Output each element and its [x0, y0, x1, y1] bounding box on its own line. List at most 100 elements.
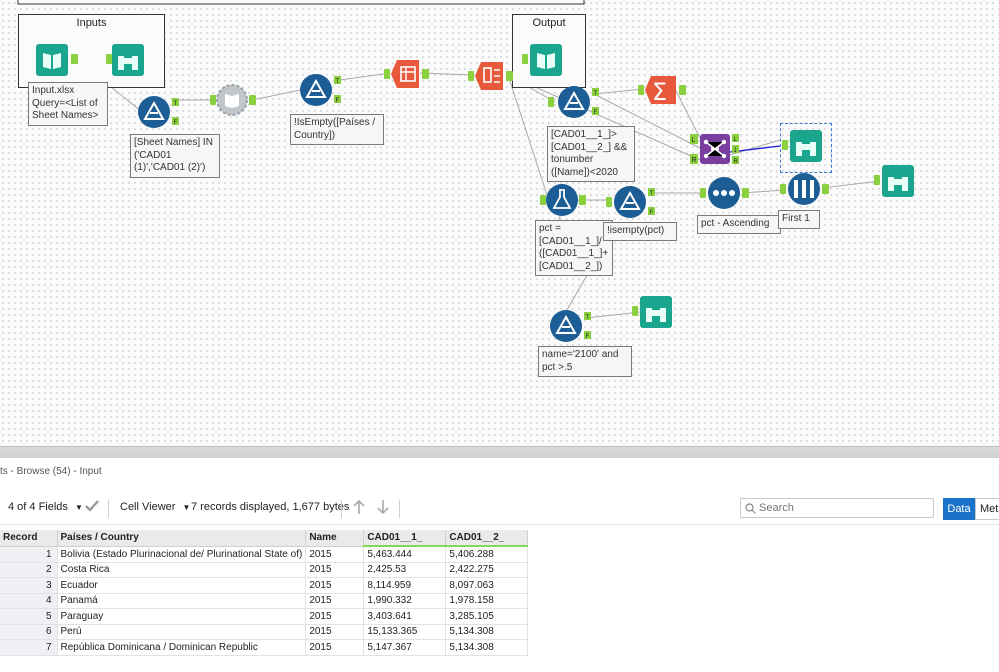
cell-cad01-2[interactable]: 3,285.105 [445, 608, 529, 625]
table-row[interactable]: 3 Ecuador 2015 8,114.959 8,097.063 [0, 577, 529, 594]
formula-icon [540, 184, 586, 216]
cell-name[interactable]: 2015 [305, 624, 365, 640]
cell-cad01-2[interactable]: 8,097.063 [445, 577, 529, 594]
cell-cad01-1[interactable]: 5,463.444 [363, 546, 447, 563]
cell-country[interactable]: Costa Rica [57, 562, 307, 578]
workflow-canvas[interactable]: Inputs Output T F T F T F Σ L R L J R T … [0, 0, 999, 446]
svg-text:T: T [586, 315, 590, 321]
cell-viewer-label: Cell Viewer [120, 501, 176, 513]
column-header-cad01-2[interactable]: CAD01__2_ [445, 530, 529, 547]
table-row[interactable]: 2 Costa Rica 2015 2,425.53 2,422.275 [0, 562, 529, 578]
cell-cad01-2[interactable]: 5,134.308 [445, 639, 529, 656]
search-input[interactable] [740, 498, 934, 518]
formula-tool[interactable] [540, 182, 586, 218]
filter-tool-isempty[interactable]: T F [300, 74, 346, 106]
cell-country[interactable]: Paraguay [57, 608, 307, 625]
arrow-down-icon[interactable] [375, 498, 391, 519]
annotation-formula-pct: pct = [CAD01__1_]/ ([CAD01__1_]+ [CAD01_… [535, 220, 613, 276]
transpose-tool[interactable] [468, 60, 514, 92]
cell-cad01-2[interactable]: 2,422.275 [445, 562, 529, 578]
svg-text:R: R [692, 157, 697, 164]
cell-cad01-1[interactable]: 1,990.332 [363, 593, 447, 609]
cell-cad01-1[interactable]: 5,147.367 [363, 639, 447, 656]
fields-selector[interactable]: 4 of 4 Fields ▼ [8, 501, 83, 513]
output-data-tool[interactable] [522, 44, 578, 76]
cell-country[interactable]: República Dominicana / Dominican Republi… [57, 639, 307, 656]
annotation-input-file: Input.xlsx Query=<List of Sheet Names> [28, 82, 108, 126]
cell-country[interactable]: Panamá [57, 593, 307, 609]
sort-tool[interactable] [700, 177, 750, 209]
browse-icon [874, 165, 914, 197]
browse-icon [632, 296, 672, 328]
cell-country[interactable]: Bolivia (Estado Plurinacional de/ Plurin… [57, 546, 307, 563]
cell-cad01-2[interactable]: 5,406.288 [445, 546, 529, 563]
svg-text:T: T [336, 79, 340, 85]
filter-tool-cad-compare[interactable]: T F [548, 86, 604, 118]
svg-text:T: T [594, 91, 598, 97]
data-tab-button[interactable]: Data [943, 498, 975, 520]
svg-text:F: F [650, 210, 654, 216]
join-tool[interactable]: L R L J R [690, 134, 740, 166]
cell-name[interactable]: 2015 [305, 577, 365, 594]
svg-text:J: J [734, 148, 737, 154]
table-row[interactable]: 5 Paraguay 2015 3,403.641 3,285.105 [0, 608, 529, 625]
cell-cad01-2[interactable]: 1,978.158 [445, 593, 529, 609]
browse-tool-sample[interactable] [874, 165, 916, 197]
record-number: 1 [0, 546, 58, 563]
column-header-country[interactable]: Países / Country [57, 530, 307, 547]
filter-icon: T F [138, 96, 179, 128]
dropdown-icon: ▼ [182, 503, 191, 512]
browse-tool[interactable] [106, 44, 144, 76]
browse-tool-filter[interactable] [632, 296, 674, 328]
cell-name[interactable]: 2015 [305, 639, 365, 656]
crosstab-tool[interactable] [384, 58, 430, 90]
cell-viewer-selector[interactable]: Cell Viewer ▼ [120, 501, 190, 513]
cell-name[interactable]: 2015 [305, 546, 365, 563]
record-number: 2 [0, 562, 58, 578]
table-row[interactable]: 1 Bolivia (Estado Plurinacional de/ Plur… [0, 546, 529, 563]
annotation-filter-empty: !IsEmpty([Países / Country]) [290, 114, 384, 145]
annotation-filter-name: name='2100' and pct >.5 [538, 346, 632, 377]
metadata-tab-button[interactable]: Meta [975, 498, 999, 520]
filter-tool-name-2100[interactable]: T F [550, 310, 596, 342]
svg-text:F: F [586, 334, 590, 340]
browse-icon [782, 130, 822, 162]
svg-text:F: F [174, 120, 178, 126]
browse-tool-selected[interactable] [782, 130, 822, 162]
cell-cad01-1[interactable]: 15,133.365 [363, 624, 447, 640]
filter-icon: T F [550, 310, 591, 342]
table-row[interactable]: 6 Perú 2015 15,133.365 5,134.308 [0, 624, 529, 640]
cell-name[interactable]: 2015 [305, 608, 365, 625]
cell-cad01-1[interactable]: 3,403.641 [363, 608, 447, 625]
table-row[interactable]: 7 República Dominicana / Dominican Repub… [0, 639, 529, 656]
browse-icon [106, 44, 144, 76]
panel-title: ts - Browse (54) - Input [0, 466, 102, 477]
record-number: 4 [0, 593, 58, 609]
cell-name[interactable]: 2015 [305, 593, 365, 609]
results-panel: ts - Browse (54) - Input 4 of 4 Fields ▼… [0, 458, 999, 672]
column-header-record[interactable]: Record [0, 530, 58, 547]
filter-icon: T F [300, 74, 341, 106]
svg-text:F: F [594, 110, 598, 116]
record-number: 5 [0, 608, 58, 625]
toolbar-separator [341, 500, 342, 518]
filter-tool-sheet-names[interactable]: T F [138, 96, 184, 128]
summarize-tool[interactable]: Σ [638, 74, 688, 106]
arrow-up-icon[interactable] [351, 498, 367, 519]
checkmark-icon[interactable] [84, 498, 100, 517]
dynamic-input-tool[interactable] [210, 84, 260, 116]
cell-cad01-1[interactable]: 2,425.53 [363, 562, 447, 578]
cell-cad01-2[interactable]: 5,134.308 [445, 624, 529, 640]
column-header-name[interactable]: Name [305, 530, 365, 547]
sample-tool[interactable] [780, 172, 830, 206]
filter-tool-pct-empty[interactable]: T F [606, 186, 662, 218]
input-data-tool[interactable] [36, 44, 82, 76]
cell-country[interactable]: Ecuador [57, 577, 307, 594]
toolbar-separator [399, 500, 400, 518]
cell-country[interactable]: Perú [57, 624, 307, 640]
table-row[interactable]: 4 Panamá 2015 1,990.332 1,978.158 [0, 593, 529, 609]
dropdown-icon: ▼ [74, 503, 83, 512]
cell-cad01-1[interactable]: 8,114.959 [363, 577, 447, 594]
cell-name[interactable]: 2015 [305, 562, 365, 578]
column-header-cad01-1[interactable]: CAD01__1_ [363, 530, 447, 547]
